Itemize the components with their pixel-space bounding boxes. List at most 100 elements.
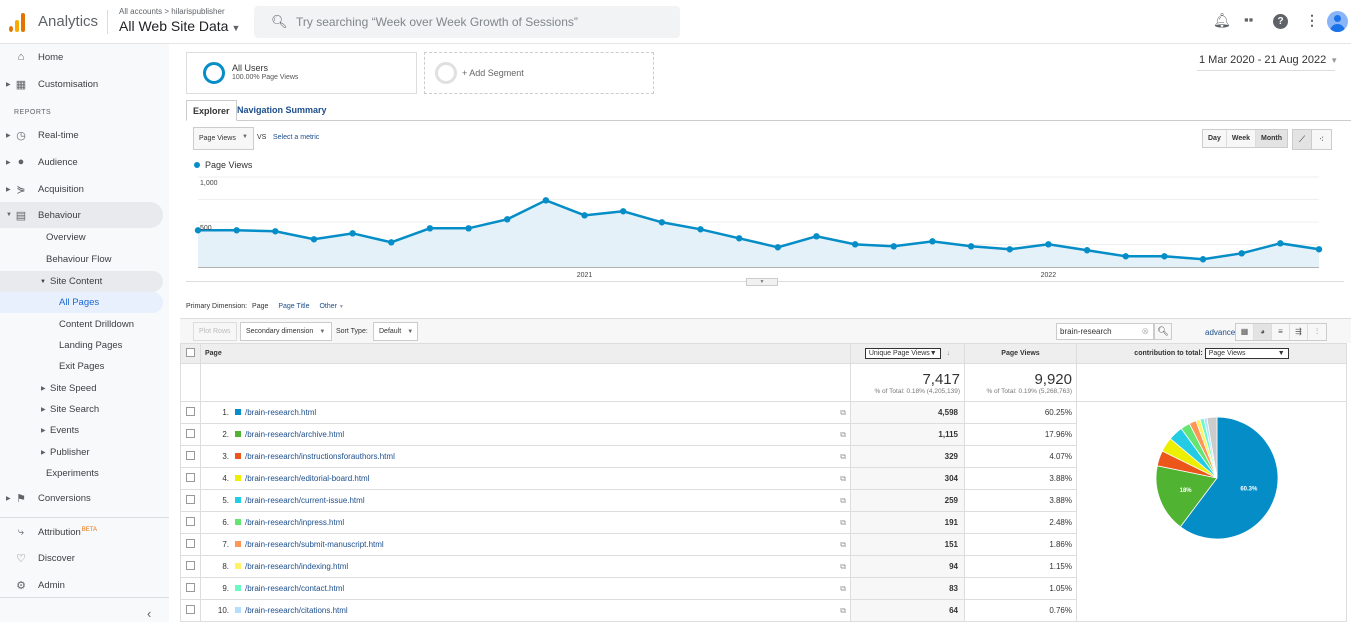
row-checkbox[interactable]	[186, 539, 195, 548]
row-checkbox[interactable]	[186, 495, 195, 504]
metric-select[interactable]: Page Views ▼	[193, 127, 254, 150]
sidebar-item-audience[interactable]: ▶ ● Audience	[0, 149, 163, 175]
row-checkbox[interactable]	[186, 429, 195, 438]
chart-resize-handle[interactable]: ▼	[746, 278, 778, 286]
external-link-icon[interactable]: ⧉	[840, 606, 846, 616]
sort-type-select[interactable]: Default ▼	[373, 322, 418, 341]
external-link-icon[interactable]: ⧉	[840, 430, 846, 440]
sidebar-item-admin[interactable]: ⚙ Admin	[0, 572, 163, 598]
add-segment-button[interactable]: + Add Segment	[424, 52, 654, 94]
sidebar-item-acquisition[interactable]: ▶ ⋟ Acquisition	[0, 176, 163, 202]
line-chart-icon[interactable]: ⟋	[1293, 130, 1312, 149]
sidebar-item-behaviour-flow[interactable]: Behaviour Flow	[0, 248, 163, 270]
clear-filter-icon[interactable]: ⊗	[1141, 326, 1149, 337]
dimension-page[interactable]: Page	[252, 303, 268, 310]
sidebar-item-events[interactable]: ▶ Events	[0, 420, 163, 441]
sidebar-item-site-speed[interactable]: ▶ Site Speed	[0, 378, 163, 399]
primary-dimension-bar: Primary Dimension: Page Page Title Other…	[186, 303, 352, 310]
sidebar-item-customisation[interactable]: ▶ ▦ Customisation	[0, 71, 163, 97]
more-vert-icon[interactable]: ⋮	[1305, 12, 1319, 29]
sort-desc-icon: ↓	[946, 350, 951, 357]
row-checkbox[interactable]	[186, 517, 195, 526]
select-metric-link[interactable]: Select a metric	[273, 134, 319, 141]
external-link-icon[interactable]: ⧉	[840, 452, 846, 462]
property-selector[interactable]: All Web Site Data ▼	[119, 18, 240, 34]
sidebar-item-attribution[interactable]: ⤷ AttributionBETA	[0, 519, 163, 545]
report-tabs: Explorer Navigation Summary	[186, 100, 1351, 121]
search-input[interactable]: 🔍︎ Try searching “Week over Week Growth …	[254, 6, 680, 38]
plot-rows-button[interactable]: Plot Rows	[193, 322, 237, 341]
sidebar-item-behaviour[interactable]: ▼ ▤ Behaviour	[0, 202, 163, 228]
page-link[interactable]: /brain-research/editorial-board.html	[245, 474, 370, 483]
row-checkbox[interactable]	[186, 407, 195, 416]
row-checkbox[interactable]	[186, 561, 195, 570]
secondary-dimension-select[interactable]: Secondary dimension ▼	[240, 322, 332, 341]
sidebar-item-all-pages[interactable]: All Pages	[0, 292, 163, 313]
row-checkbox[interactable]	[186, 605, 195, 614]
external-link-icon[interactable]: ⧉	[840, 562, 846, 572]
period-month-button[interactable]: Month	[1256, 130, 1288, 147]
sidebar-item-conversions[interactable]: ▶ ⚑ Conversions	[0, 485, 163, 511]
metric-column-select[interactable]: Unique Page Views ▼	[864, 348, 941, 359]
data-table-view-icon[interactable]: ▦	[1236, 324, 1254, 340]
pie-slice-label: 18%	[1180, 488, 1193, 494]
tab-navigation-summary[interactable]: Navigation Summary	[231, 100, 333, 121]
row-checkbox[interactable]	[186, 451, 195, 460]
apps-icon[interactable]: ▪▪	[1244, 12, 1253, 27]
pivot-view-icon[interactable]: ⫶	[1308, 324, 1326, 340]
page-link[interactable]: /brain-research.html	[245, 408, 316, 417]
external-link-icon[interactable]: ⧉	[840, 584, 846, 594]
date-range-picker[interactable]: 1 Mar 2020 - 21 Aug 2022 ▼	[1199, 54, 1338, 66]
account-breadcrumb[interactable]: All accounts > hilarispublisher	[119, 7, 225, 16]
external-link-icon[interactable]: ⧉	[840, 474, 846, 484]
comparison-view-icon[interactable]: ⇶	[1290, 324, 1308, 340]
pie-view-icon[interactable]: ◕	[1254, 324, 1272, 340]
row-checkbox[interactable]	[186, 583, 195, 592]
bell-icon[interactable]: 🔔︎	[1213, 12, 1231, 29]
collapse-sidebar-icon[interactable]: ‹	[147, 606, 151, 621]
sidebar-item-publisher[interactable]: ▶ Publisher	[0, 442, 163, 463]
page-link[interactable]: /brain-research/contact.html	[245, 584, 344, 593]
external-link-icon[interactable]: ⧉	[840, 540, 846, 550]
page-column-header[interactable]: Page	[200, 343, 851, 364]
external-link-icon[interactable]: ⧉	[840, 408, 846, 418]
sidebar-item-home[interactable]: ⌂ Home	[0, 44, 163, 70]
select-all-checkbox[interactable]	[186, 348, 195, 357]
sidebar-item-site-search[interactable]: ▶ Site Search	[0, 399, 163, 420]
external-link-icon[interactable]: ⧉	[840, 496, 846, 506]
sidebar-item-realtime[interactable]: ▶ ◷ Real-time	[0, 122, 163, 148]
segment-all-users[interactable]: All Users 100.00% Page Views	[186, 52, 417, 94]
expand-arrow-icon: ▶	[41, 450, 46, 456]
sidebar-item-site-content[interactable]: ▼ Site Content	[0, 271, 163, 292]
page-link[interactable]: /brain-research/citations.html	[245, 606, 348, 615]
sidebar-item-discover[interactable]: ♡ Discover	[0, 545, 163, 571]
performance-view-icon[interactable]: ≡	[1272, 324, 1290, 340]
period-day-button[interactable]: Day	[1203, 130, 1227, 147]
tab-explorer[interactable]: Explorer	[186, 100, 237, 121]
contribution-metric-select[interactable]: Page Views ▼	[1204, 348, 1289, 359]
page-link[interactable]: /brain-research/indexing.html	[245, 562, 348, 571]
dimension-other-dropdown[interactable]: Other ▼	[319, 303, 343, 310]
sidebar-item-landing-pages[interactable]: Landing Pages	[0, 335, 163, 356]
unique-page-views-header[interactable]: Unique Page Views ▼ ↓	[850, 343, 965, 364]
sidebar-item-content-drilldown[interactable]: Content Drilldown	[0, 314, 163, 335]
page-views-header[interactable]: Page Views	[964, 343, 1077, 364]
dimension-page-title-link[interactable]: Page Title	[278, 303, 309, 310]
external-link-icon[interactable]: ⧉	[840, 518, 846, 528]
period-week-button[interactable]: Week	[1226, 130, 1257, 147]
page-link[interactable]: /brain-research/instructionsforauthors.h…	[245, 452, 395, 461]
chevron-down-icon: ▼	[242, 134, 248, 140]
avatar[interactable]	[1327, 11, 1348, 32]
page-link[interactable]: /brain-research/inpress.html	[245, 518, 344, 527]
row-checkbox[interactable]	[186, 473, 195, 482]
sidebar-item-overview[interactable]: Overview	[0, 226, 163, 248]
filter-search-button[interactable]: 🔍︎	[1154, 323, 1172, 340]
page-link[interactable]: /brain-research/current-issue.html	[245, 496, 365, 505]
page-link[interactable]: /brain-research/submit-manuscript.html	[245, 540, 384, 549]
motion-chart-icon[interactable]: ⁖	[1312, 130, 1331, 149]
sidebar-item-experiments[interactable]: Experiments	[0, 463, 163, 484]
page-link[interactable]: /brain-research/archive.html	[245, 430, 344, 439]
table-filter-input[interactable]: brain-research ⊗	[1056, 323, 1154, 340]
sidebar-item-exit-pages[interactable]: Exit Pages	[0, 356, 163, 377]
help-icon[interactable]: ?	[1273, 14, 1288, 29]
